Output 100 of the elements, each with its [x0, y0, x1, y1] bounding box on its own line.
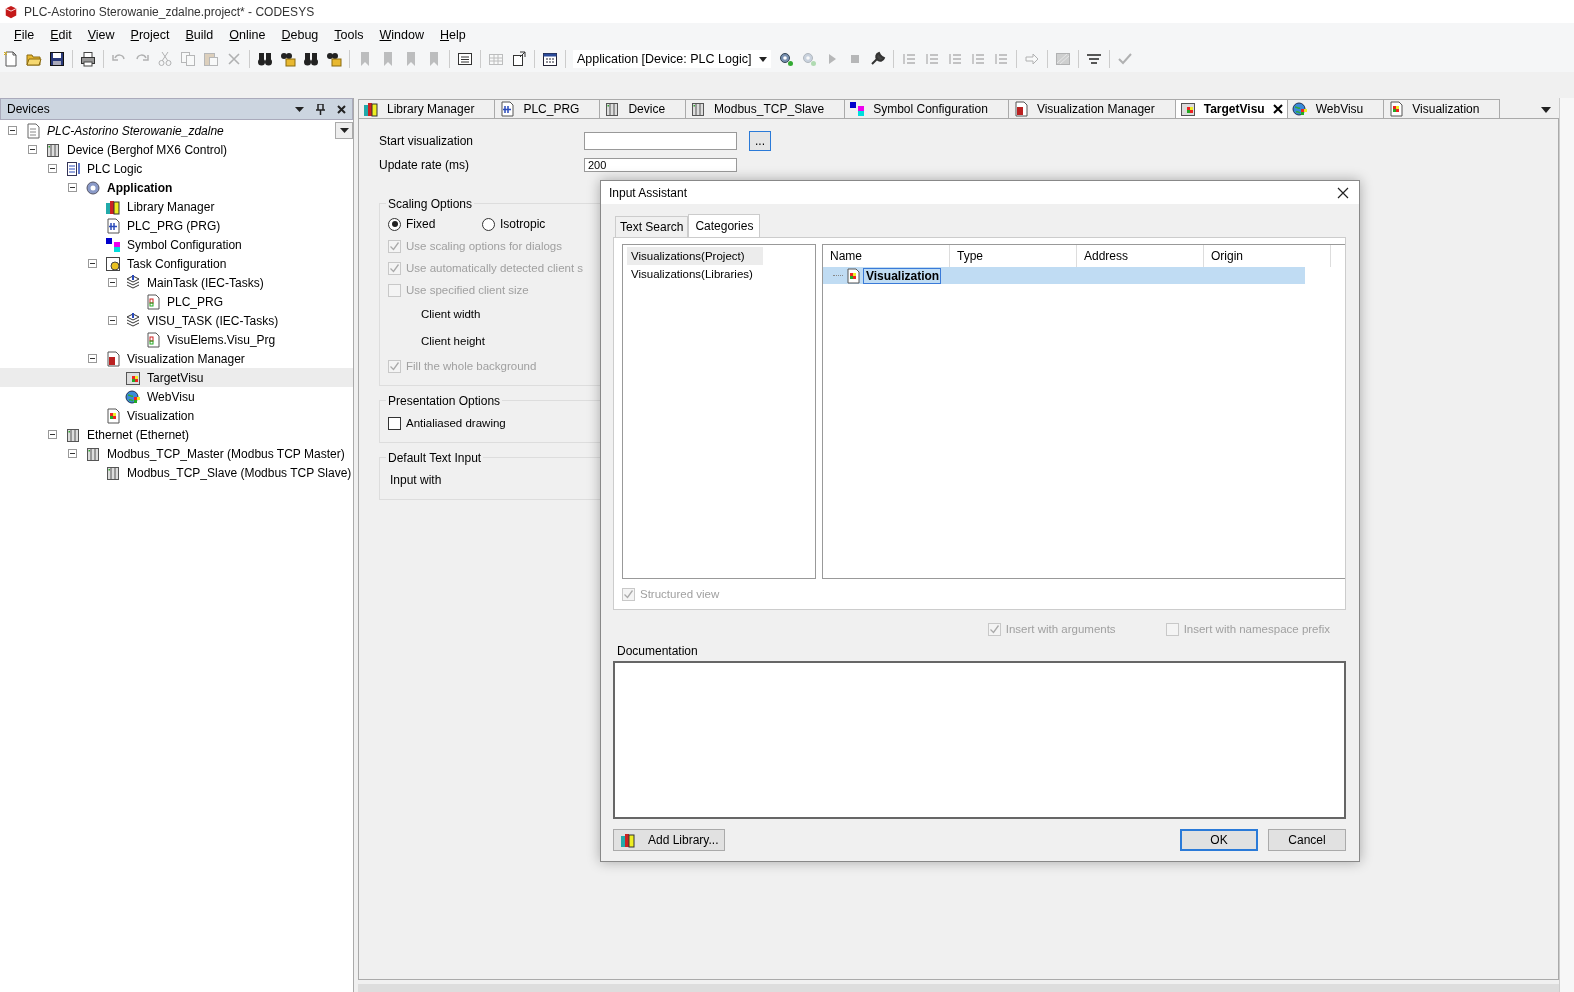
- menu-item[interactable]: Edit: [42, 27, 80, 42]
- tree-item[interactable]: PLC Logic: [85, 160, 145, 177]
- tree-item[interactable]: PLC_PRG (PRG): [125, 217, 223, 234]
- tree-item[interactable]: Visualization Manager: [125, 350, 247, 367]
- open-folder-icon[interactable]: [26, 51, 42, 67]
- binoculars-icon[interactable]: [257, 51, 273, 67]
- category-item[interactable]: Visualizations(Project): [627, 247, 763, 265]
- editor-tab[interactable]: WebVisu: [1286, 99, 1385, 118]
- tab-list-caret-icon[interactable]: [1541, 107, 1551, 113]
- collapse-icon[interactable]: [48, 430, 57, 439]
- menu-item[interactable]: Debug: [273, 27, 327, 42]
- dialog-tab[interactable]: Categories: [688, 214, 761, 237]
- radio-button[interactable]: [388, 217, 401, 231]
- tree-item[interactable]: PLC_PRG: [165, 293, 226, 310]
- editor-tab[interactable]: PLC_PRG: [494, 99, 601, 118]
- browse-button[interactable]: ...: [749, 131, 771, 151]
- dropdown-caret-icon[interactable]: [295, 106, 304, 112]
- collapse-icon[interactable]: [108, 278, 117, 287]
- start-visualization-field[interactable]: [584, 132, 737, 150]
- close-icon[interactable]: [1272, 104, 1283, 114]
- tree-item[interactable]: Modbus_TCP_Slave (Modbus TCP Slave): [125, 464, 354, 481]
- tree-item[interactable]: WebVisu: [145, 388, 197, 405]
- close-icon[interactable]: [1337, 186, 1349, 199]
- tree-item[interactable]: Library Manager: [125, 198, 217, 215]
- option-label: Isotropic: [500, 217, 546, 231]
- binoculars-icon[interactable]: [303, 51, 319, 67]
- menu-item[interactable]: Project: [122, 27, 178, 42]
- caret-icon[interactable]: [759, 56, 768, 62]
- table-row[interactable]: Visualization: [823, 267, 1305, 284]
- editor-tab[interactable]: Visualization Manager: [1007, 99, 1176, 118]
- tree-item[interactable]: TargetVisu: [145, 369, 206, 386]
- colored-document-icon: [1388, 101, 1405, 117]
- binoculars-folder-icon[interactable]: [280, 51, 296, 67]
- editor-tab[interactable]: Symbol Configuration: [844, 99, 1009, 118]
- gear-icon[interactable]: [778, 51, 795, 67]
- collapse-icon[interactable]: [28, 145, 37, 154]
- radio-button[interactable]: [482, 217, 495, 231]
- save-icon[interactable]: [49, 51, 65, 67]
- collapse-icon[interactable]: [108, 316, 117, 325]
- menu-item[interactable]: Build: [177, 27, 222, 42]
- menu-item[interactable]: Tools: [326, 27, 372, 42]
- update-rate-field[interactable]: 200: [584, 158, 737, 172]
- editor-tab[interactable]: Visualization: [1383, 99, 1501, 118]
- wrench-icon[interactable]: [870, 51, 887, 67]
- document-list-icon[interactable]: [457, 51, 473, 67]
- tree-item[interactable]: VisuElems.Visu_Prg: [165, 331, 278, 348]
- menu-item[interactable]: Online: [221, 27, 274, 42]
- menu-item[interactable]: File: [6, 27, 43, 42]
- colored-squares-icon: [105, 236, 121, 253]
- tree-item[interactable]: Device (Berghof MX6 Control): [65, 141, 230, 158]
- ok-button[interactable]: OK: [1180, 829, 1258, 851]
- field-label: Documentation: [617, 644, 699, 658]
- category-item[interactable]: Visualizations(Libraries): [627, 265, 763, 283]
- cabinet-icon: [65, 426, 81, 443]
- pin-icon[interactable]: [316, 103, 325, 115]
- tree-item[interactable]: MainTask (IEC-Tasks): [145, 274, 266, 291]
- editor-tab[interactable]: TargetVisu: [1174, 99, 1288, 118]
- tree-item[interactable]: PLC-Astorino Sterowanie_zdalne: [45, 122, 226, 139]
- editor-tab[interactable]: Device: [599, 99, 687, 118]
- app-logo-icon: [4, 4, 18, 19]
- editor-tab[interactable]: Library Manager: [358, 99, 496, 118]
- tree-item[interactable]: VISU_TASK (IEC-Tasks): [145, 312, 281, 329]
- cancel-button[interactable]: Cancel: [1268, 829, 1346, 851]
- checkbox-label: Use scaling options for dialogs: [406, 240, 562, 252]
- tree-item[interactable]: Symbol Configuration: [125, 236, 244, 253]
- calendar-icon[interactable]: [542, 51, 558, 67]
- tree-item[interactable]: Ethernet (Ethernet): [85, 426, 192, 443]
- colored-screen-icon: [125, 369, 141, 386]
- tree-item[interactable]: Visualization: [125, 407, 197, 424]
- checkbox[interactable]: [388, 416, 401, 430]
- menu-item[interactable]: View: [79, 27, 123, 42]
- tree-item[interactable]: Application: [105, 179, 175, 196]
- binoculars-folder-icon[interactable]: [326, 51, 342, 67]
- menu-item[interactable]: Help: [432, 27, 474, 42]
- filter-icon[interactable]: [1086, 51, 1103, 67]
- new-document-icon[interactable]: [3, 51, 19, 67]
- collapse-icon[interactable]: [8, 126, 17, 135]
- block-document-icon: [145, 331, 161, 348]
- collapse-icon[interactable]: [68, 183, 77, 192]
- documentation-field[interactable]: [613, 661, 1346, 819]
- collapse-icon[interactable]: [48, 164, 57, 173]
- editor-tab[interactable]: Modbus_TCP_Slave: [685, 99, 846, 118]
- colored-squares-icon: [849, 101, 866, 117]
- tree-item[interactable]: Modbus_TCP_Master (Modbus TCP Master): [105, 445, 347, 462]
- dropdown-button[interactable]: [335, 122, 353, 139]
- close-icon[interactable]: [337, 104, 346, 114]
- document-arrow-icon[interactable]: [511, 51, 527, 67]
- colored-document-icon: [105, 407, 121, 424]
- collapse-icon[interactable]: [88, 354, 97, 363]
- dialog-tab[interactable]: Text Search: [615, 216, 689, 237]
- tree-item[interactable]: Task Configuration: [125, 255, 229, 272]
- cabinet-icon: [45, 141, 61, 158]
- add-library-button[interactable]: Add Library...: [613, 829, 726, 851]
- horizontal-scrollbar[interactable]: [358, 984, 1559, 992]
- application-dropdown[interactable]: Application [Device: PLC Logic]: [573, 50, 772, 68]
- printer-icon[interactable]: [80, 51, 96, 67]
- colored-document-icon: [845, 267, 861, 284]
- collapse-icon[interactable]: [88, 259, 97, 268]
- collapse-icon[interactable]: [68, 449, 77, 458]
- menu-item[interactable]: Window: [371, 27, 432, 42]
